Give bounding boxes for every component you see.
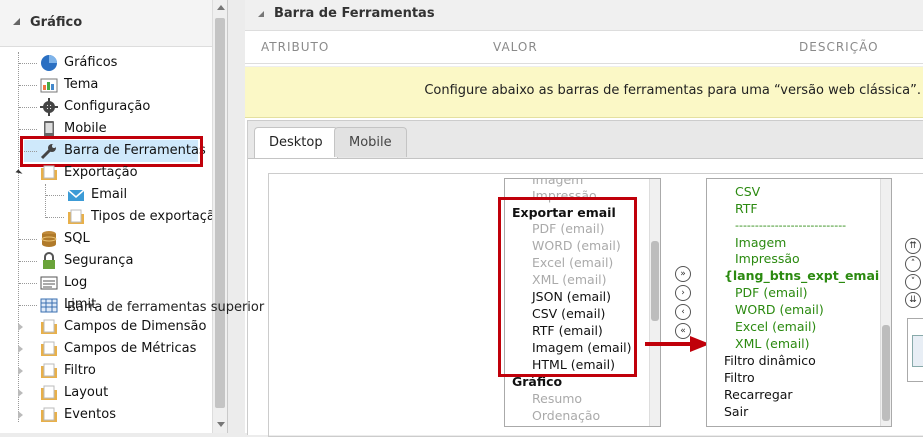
folder-icon bbox=[41, 407, 57, 422]
tree-item-label: Log bbox=[64, 275, 88, 290]
tree-title: Gráfico bbox=[30, 15, 83, 30]
move-up-button[interactable]: ˄ bbox=[905, 256, 921, 272]
tab-desktop[interactable]: Desktop bbox=[254, 127, 338, 159]
list-item[interactable]: {lang_btns_expt_email} bbox=[724, 267, 891, 284]
tree-item-label: Campos de Dimensão bbox=[64, 319, 207, 334]
section-header[interactable]: Barra de Ferramentas bbox=[245, 0, 923, 31]
folder-icon bbox=[41, 165, 57, 180]
info-bar: Configure abaixo as barras de ferramenta… bbox=[245, 66, 923, 118]
tree-item-label: Tema bbox=[64, 77, 99, 92]
list-item[interactable]: Resumo bbox=[532, 390, 582, 407]
column-descricao: DESCRIÇÃO bbox=[799, 40, 879, 54]
collapse-arrow-icon[interactable] bbox=[258, 11, 264, 17]
pie-chart-icon bbox=[41, 55, 57, 71]
email-icon bbox=[67, 189, 85, 201]
log-icon bbox=[40, 276, 58, 290]
list-item[interactable]: PDF (email) bbox=[735, 284, 808, 301]
tree-header[interactable]: Gráfico bbox=[0, 0, 212, 47]
preview-box bbox=[907, 318, 923, 382]
list-item[interactable]: CSV bbox=[735, 183, 760, 200]
column-atributo: ATRIBUTO bbox=[261, 40, 330, 54]
red-arrow-icon bbox=[645, 342, 695, 346]
tree-item-label: Filtro bbox=[64, 363, 96, 378]
remove-button[interactable]: ‹ bbox=[675, 304, 691, 320]
list-item[interactable]: Sair bbox=[724, 403, 748, 420]
export-email-highlight-box bbox=[498, 197, 637, 377]
gear-icon bbox=[40, 98, 58, 116]
folder-icon bbox=[41, 363, 57, 378]
list-item[interactable]: WORD (email) bbox=[735, 301, 824, 318]
lock-icon bbox=[43, 252, 55, 269]
remove-all-button[interactable]: « bbox=[675, 323, 691, 339]
column-header: ATRIBUTO VALOR DESCRIÇÃO bbox=[245, 31, 923, 64]
list-item[interactable]: Imagem bbox=[735, 234, 786, 251]
theme-icon bbox=[40, 78, 58, 93]
tree-item-label: Exportação bbox=[64, 165, 138, 180]
preview-image bbox=[912, 335, 923, 367]
tree-item-label: Email bbox=[91, 187, 128, 202]
database-icon bbox=[41, 231, 57, 247]
folder-icon bbox=[41, 319, 57, 334]
collapse-arrow-icon[interactable] bbox=[13, 18, 20, 25]
info-text: Configure abaixo as barras de ferramenta… bbox=[424, 83, 921, 98]
field-label-toolbar-top: Barra de ferramentas superior bbox=[67, 300, 265, 315]
list-item[interactable]: Recarregar bbox=[724, 386, 793, 403]
tree-item-label: Tipos de exportação bbox=[91, 209, 223, 224]
folder-icon bbox=[41, 341, 57, 356]
move-down-button[interactable]: ˅ bbox=[905, 274, 921, 290]
scroll-thumb[interactable] bbox=[651, 241, 659, 321]
tree-line bbox=[45, 184, 46, 218]
list-item[interactable]: XML (email) bbox=[735, 335, 810, 352]
scroll-up-icon[interactable] bbox=[217, 5, 225, 10]
tab-mobile[interactable]: Mobile bbox=[334, 127, 407, 157]
scroll-down-icon[interactable] bbox=[217, 422, 225, 427]
tree-item-label: Gráficos bbox=[64, 55, 118, 70]
move-bottom-button[interactable]: ⇊ bbox=[905, 292, 921, 308]
tree-item-label: Eventos bbox=[64, 407, 116, 422]
list-item[interactable]: Filtro dinâmico bbox=[724, 352, 816, 369]
add-all-button[interactable]: » bbox=[675, 266, 691, 282]
scroll-thumb[interactable] bbox=[215, 18, 225, 408]
selected-buttons-list[interactable]: CSV RTF ---------------------------- Ima… bbox=[706, 178, 892, 427]
add-button[interactable]: › bbox=[675, 285, 691, 301]
tree-item-label: Segurança bbox=[64, 253, 134, 268]
list-item[interactable]: RTF bbox=[735, 200, 758, 217]
list-scrollbar[interactable] bbox=[649, 179, 660, 426]
folder-icon bbox=[68, 209, 84, 224]
column-valor: VALOR bbox=[493, 40, 538, 54]
tree-item-label: Campos de Métricas bbox=[64, 341, 197, 356]
list-separator[interactable]: ---------------------------- bbox=[735, 217, 846, 234]
tree-panel: Gráfico Gráficos Tema Configuração Mobil… bbox=[0, 0, 228, 433]
list-item[interactable]: Ordenação bbox=[532, 407, 600, 424]
list-item[interactable]: Impressão bbox=[735, 250, 800, 267]
table-icon bbox=[40, 298, 58, 313]
tree-scrollbar[interactable] bbox=[212, 0, 227, 433]
section-title: Barra de Ferramentas bbox=[274, 6, 435, 21]
scroll-thumb[interactable] bbox=[882, 325, 890, 421]
tree-item-label: Layout bbox=[64, 385, 109, 400]
list-item[interactable]: Filtro bbox=[724, 369, 755, 386]
tree-item-label: SQL bbox=[64, 231, 90, 246]
list-item[interactable]: Excel (email) bbox=[735, 318, 816, 335]
move-top-button[interactable]: ⇈ bbox=[905, 238, 921, 254]
tree-item-label: Configuração bbox=[64, 99, 151, 114]
folder-icon bbox=[41, 385, 57, 400]
list-scrollbar[interactable] bbox=[880, 179, 891, 426]
